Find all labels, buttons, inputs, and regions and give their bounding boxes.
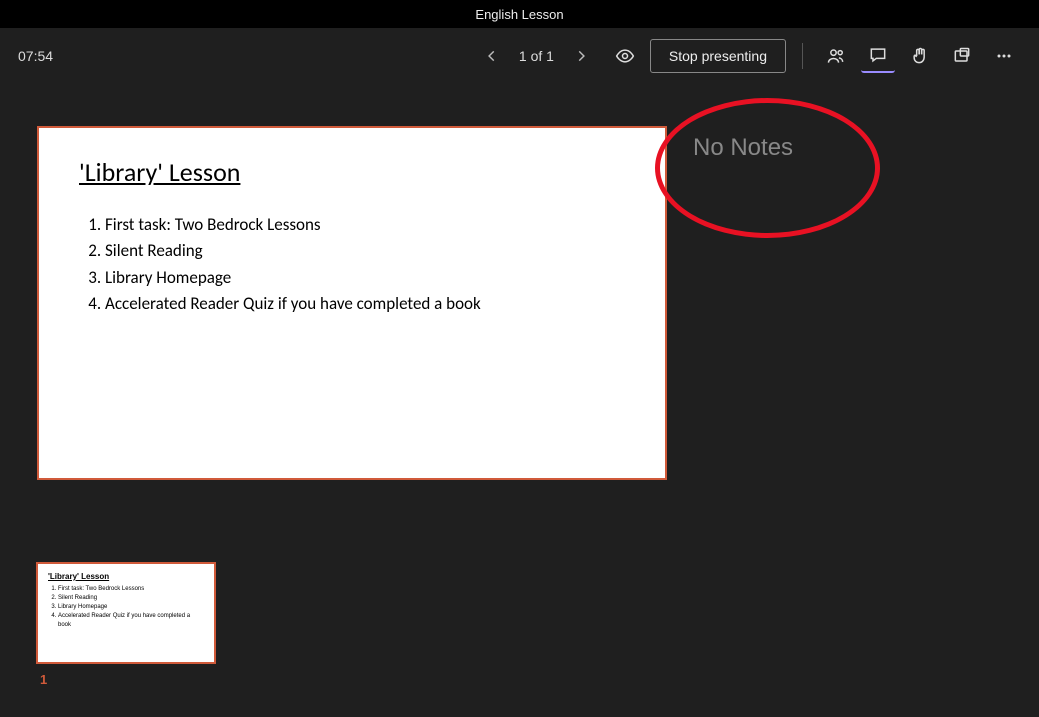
thumb-list-item: Accelerated Reader Quiz if you have comp…: [58, 612, 204, 630]
clock-time: 07:54: [18, 48, 53, 64]
people-icon[interactable]: [819, 39, 853, 73]
toolbar-separator: [802, 43, 803, 69]
window-title: English Lesson: [0, 0, 1039, 28]
thumb-title: 'Library' Lesson: [48, 572, 204, 581]
next-slide-button[interactable]: [572, 47, 590, 65]
prev-slide-button[interactable]: [483, 47, 501, 65]
slide-list-item: First task: Two Bedrock Lessons: [105, 212, 625, 238]
popout-icon[interactable]: [945, 39, 979, 73]
more-options-icon[interactable]: [987, 39, 1021, 73]
slide-list: First task: Two Bedrock Lessons Silent R…: [79, 212, 625, 317]
thumb-list-item: First task: Two Bedrock Lessons: [58, 585, 204, 594]
thumb-list: First task: Two Bedrock Lessons Silent R…: [48, 585, 204, 630]
raise-hand-icon[interactable]: [903, 39, 937, 73]
slide-list-item: Library Homepage: [105, 265, 625, 291]
slide-thumbnail[interactable]: 'Library' Lesson First task: Two Bedrock…: [36, 562, 216, 664]
annotation-circle: [655, 98, 880, 238]
current-slide: 'Library' Lesson First task: Two Bedrock…: [37, 126, 667, 480]
presenter-stage: 'Library' Lesson First task: Two Bedrock…: [0, 84, 1039, 717]
title-text: English Lesson: [475, 7, 563, 22]
thumb-list-item: Library Homepage: [58, 603, 204, 612]
thumb-list-item: Silent Reading: [58, 594, 204, 603]
presenter-toolbar: 07:54 1 of 1 Stop presenting: [0, 28, 1039, 84]
stop-presenting-button[interactable]: Stop presenting: [650, 39, 786, 73]
slide-list-item: Silent Reading: [105, 238, 625, 264]
slide-list-item: Accelerated Reader Quiz if you have comp…: [105, 291, 625, 317]
notes-panel-text: No Notes: [693, 134, 793, 162]
chat-icon[interactable]: [861, 39, 895, 73]
page-indicator: 1 of 1: [515, 48, 558, 64]
thumbnail-number: 1: [40, 672, 47, 687]
eye-icon[interactable]: [608, 39, 642, 73]
slide-title: 'Library' Lesson: [79, 156, 625, 188]
slide-nav: 1 of 1: [483, 47, 590, 65]
